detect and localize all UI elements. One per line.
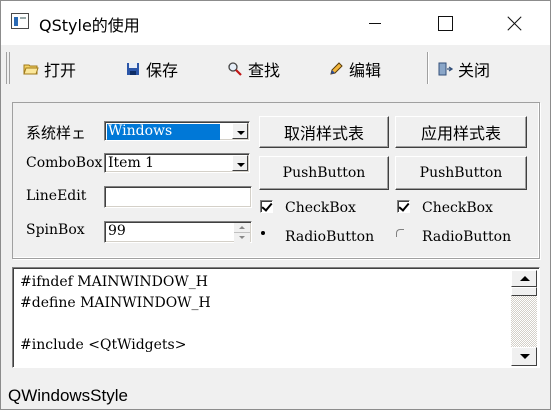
push-button-1[interactable]: PushButton <box>259 156 389 190</box>
open-button[interactable]: 打开 <box>23 57 76 81</box>
style-combobox[interactable]: Windows <box>104 121 250 141</box>
spin-down-arrow-icon[interactable] <box>234 233 250 243</box>
scrollbar-track[interactable] <box>511 296 537 347</box>
main-window: QStyle的使用 打开 保存 查找 编辑 关闭 系统样ェ Windows Co… <box>0 0 551 410</box>
checkbox-1-label[interactable]: CheckBox <box>285 200 356 216</box>
close-button[interactable]: 关闭 <box>437 57 490 81</box>
code-line: #define MAINWINDOW_H <box>20 295 211 311</box>
scroll-up-arrow-icon[interactable] <box>511 270 537 287</box>
chevron-down-icon[interactable] <box>232 123 248 139</box>
radio-2-indicator[interactable] <box>395 228 407 240</box>
maximize-button[interactable] <box>421 1 467 45</box>
toolbar: 打开 保存 查找 编辑 关闭 <box>1 46 550 92</box>
toolbar-grip[interactable] <box>6 52 10 84</box>
combobox-label: ComboBox <box>26 155 103 171</box>
radio-1-label[interactable]: RadioButton <box>285 229 374 245</box>
spinbox-label: SpinBox <box>26 222 85 238</box>
line-edit-input[interactable] <box>104 186 252 208</box>
minimize-button[interactable] <box>352 1 398 45</box>
lineedit-label: LineEdit <box>26 188 87 204</box>
spin-up-arrow-icon[interactable] <box>234 223 250 233</box>
scrollbar-thumb[interactable] <box>511 287 537 296</box>
push-button-2[interactable]: PushButton <box>395 156 527 190</box>
window-close-button[interactable] <box>491 1 537 45</box>
edit-button[interactable]: 编辑 <box>328 57 381 81</box>
style-label: 系统样ェ <box>26 124 87 142</box>
cancel-stylesheet-button[interactable]: 取消样式表 <box>259 116 389 148</box>
find-icon <box>228 62 242 76</box>
status-bar: QWindowsStyle <box>1 377 550 409</box>
toolbar-separator <box>427 52 429 84</box>
spin-box[interactable]: 99 <box>104 221 252 243</box>
vertical-scrollbar[interactable] <box>511 270 537 366</box>
edit-pencil-icon <box>330 62 343 75</box>
code-line: #ifndef MAINWINDOW_H <box>20 274 208 290</box>
item-combobox[interactable]: Item 1 <box>104 153 250 173</box>
close-door-icon <box>438 62 453 76</box>
chevron-down-icon[interactable] <box>232 155 248 171</box>
checkbox-2-label[interactable]: CheckBox <box>422 200 493 216</box>
checkbox-1-box[interactable] <box>260 200 273 213</box>
status-text: QWindowsStyle <box>8 386 128 405</box>
scroll-down-arrow-icon[interactable] <box>511 347 537 366</box>
apply-stylesheet-button[interactable]: 应用样式表 <box>395 116 527 148</box>
window-title: QStyle的使用 <box>39 16 140 35</box>
save-button[interactable]: 保存 <box>125 57 178 81</box>
code-text-edit[interactable]: #ifndef MAINWINDOW_H #define MAINWINDOW_… <box>12 267 540 368</box>
code-line: #include <QtWidgets> <box>20 337 187 353</box>
open-folder-icon <box>23 64 39 75</box>
find-button[interactable]: 查找 <box>227 57 280 81</box>
radio-2-label[interactable]: RadioButton <box>422 229 511 245</box>
title-bar: QStyle的使用 <box>1 1 550 45</box>
app-window-icon <box>11 13 29 29</box>
style-combobox-selection: Windows <box>107 123 220 140</box>
radio-1-indicator[interactable] <box>257 227 269 239</box>
save-disk-icon <box>127 63 139 75</box>
checkbox-2-box[interactable] <box>397 200 410 213</box>
